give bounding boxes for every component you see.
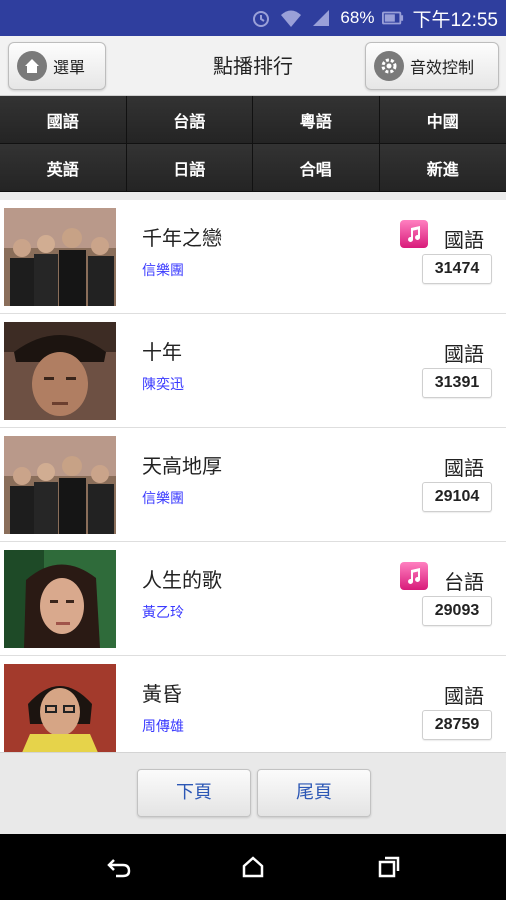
category-tab[interactable]: 國語 — [0, 96, 127, 144]
pager-bar: 下頁 尾頁 — [0, 752, 506, 834]
play-count: 29093 — [422, 596, 492, 626]
app-header: 選單 點播排行 音效控制 — [0, 36, 506, 96]
album-cover — [4, 322, 116, 420]
song-title: 天高地厚 — [142, 454, 222, 478]
language-label: 台語 — [444, 570, 484, 594]
artist-link[interactable]: 陳奕迅 — [142, 374, 184, 394]
menu-button-label: 選單 — [53, 58, 86, 77]
next-page-button[interactable]: 下頁 — [137, 769, 251, 817]
album-cover — [4, 550, 116, 648]
song-row[interactable]: 天高地厚 信樂團 國語 29104 — [0, 428, 506, 542]
signal-icon — [310, 7, 332, 29]
sound-control-button[interactable]: 音效控制 — [365, 42, 499, 90]
song-title: 人生的歌 — [142, 568, 222, 592]
language-label: 國語 — [444, 228, 484, 252]
home-nav-icon[interactable] — [238, 852, 268, 882]
play-count: 31474 — [422, 254, 492, 284]
song-row[interactable]: 十年 陳奕迅 國語 31391 — [0, 314, 506, 428]
album-cover — [4, 436, 116, 534]
music-note-icon[interactable] — [400, 562, 428, 590]
song-title: 黃昏 — [142, 682, 182, 706]
song-list: 千年之戀 信樂團 國語 31474 十年 陳奕迅 國語 31391 天高地厚 信… — [0, 200, 506, 752]
play-count: 28759 — [422, 710, 492, 740]
wifi-icon — [280, 7, 302, 29]
sound-control-label: 音效控制 — [410, 58, 475, 77]
artist-link[interactable]: 黃乙玲 — [142, 602, 184, 622]
status-time: 下午12:55 — [412, 9, 498, 31]
song-row[interactable]: 人生的歌 黃乙玲 台語 29093 — [0, 542, 506, 656]
language-label: 國語 — [444, 342, 484, 366]
last-page-button[interactable]: 尾頁 — [257, 769, 371, 817]
category-tab[interactable]: 英語 — [0, 144, 127, 192]
battery-percent: 68% — [340, 8, 375, 27]
home-icon — [17, 51, 47, 81]
category-tab[interactable]: 新進 — [379, 144, 506, 192]
artist-link[interactable]: 信樂團 — [142, 260, 184, 280]
status-bar: 68% 下午12:55 — [0, 0, 506, 36]
song-title: 十年 — [142, 340, 182, 364]
recents-icon[interactable] — [374, 852, 404, 882]
category-tab[interactable]: 合唱 — [253, 144, 380, 192]
category-tabs: 國語 台語 粵語 中國 英語 日語 合唱 新進 — [0, 96, 506, 192]
song-title: 千年之戀 — [142, 226, 222, 250]
song-row[interactable]: 黃昏 周傳雄 國語 28759 — [0, 656, 506, 752]
album-cover — [4, 664, 116, 752]
battery-icon — [382, 7, 404, 29]
gear-icon — [374, 51, 404, 81]
play-count: 31391 — [422, 368, 492, 398]
play-count: 29104 — [422, 482, 492, 512]
category-tab[interactable]: 日語 — [126, 144, 253, 192]
category-tab[interactable]: 中國 — [379, 96, 506, 144]
system-nav-bar — [0, 834, 506, 900]
language-label: 國語 — [444, 456, 484, 480]
album-cover — [4, 208, 116, 306]
back-icon[interactable] — [104, 852, 134, 882]
category-tab[interactable]: 台語 — [126, 96, 253, 144]
menu-button[interactable]: 選單 — [8, 42, 106, 90]
artist-link[interactable]: 周傳雄 — [142, 716, 184, 736]
page-title: 點播排行 — [213, 54, 293, 78]
music-note-icon[interactable] — [400, 220, 428, 248]
language-label: 國語 — [444, 684, 484, 708]
alarm-icon — [250, 7, 272, 29]
category-tab[interactable]: 粵語 — [253, 96, 380, 144]
artist-link[interactable]: 信樂團 — [142, 488, 184, 508]
song-row[interactable]: 千年之戀 信樂團 國語 31474 — [0, 200, 506, 314]
